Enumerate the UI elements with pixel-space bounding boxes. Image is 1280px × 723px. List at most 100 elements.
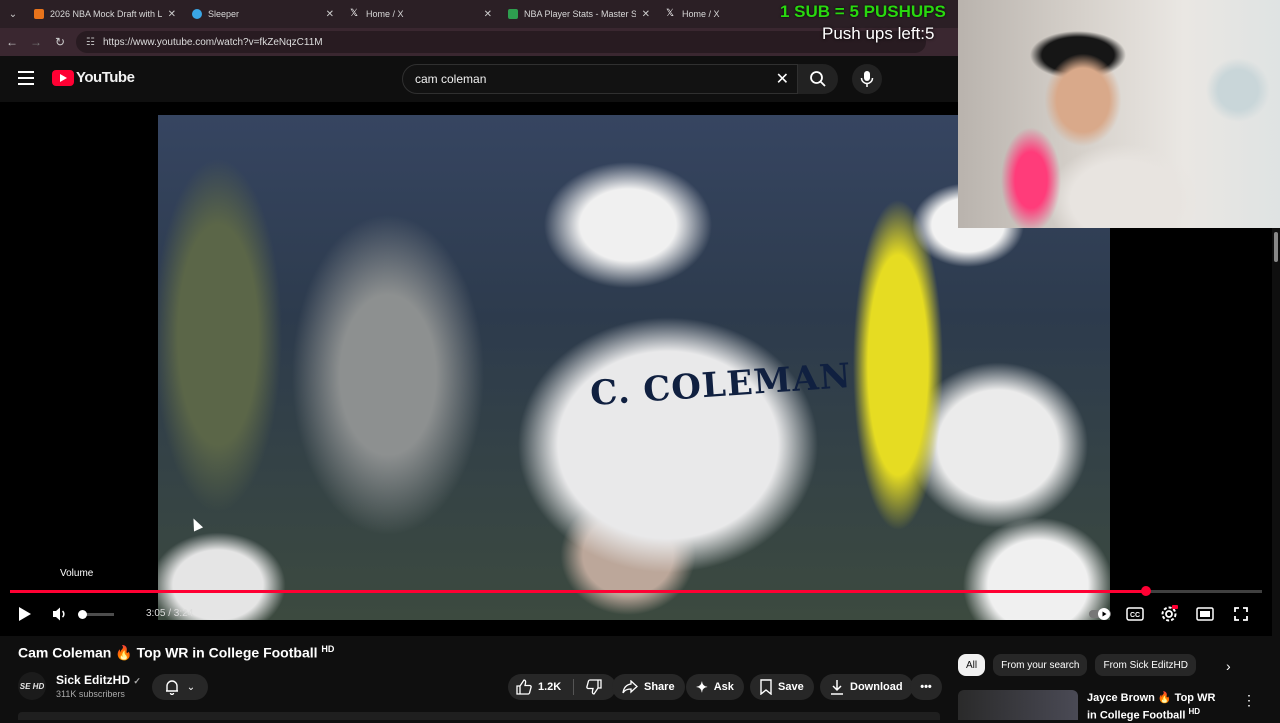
ask-label: Ask bbox=[713, 681, 734, 693]
svg-text:CC: CC bbox=[1130, 612, 1140, 619]
share-label: Share bbox=[644, 681, 675, 693]
more-horizontal-icon: ••• bbox=[920, 681, 932, 693]
theater-mode-button[interactable] bbox=[1194, 603, 1216, 625]
x-logo-icon: 𝕏 bbox=[666, 8, 675, 19]
page-scrollbar[interactable] bbox=[1272, 228, 1280, 720]
divider bbox=[573, 679, 575, 695]
subscriber-count: 311K subscribers bbox=[56, 689, 125, 699]
description-box-edge bbox=[18, 712, 940, 720]
tab-favicon-icon bbox=[192, 9, 202, 19]
play-button[interactable] bbox=[14, 603, 36, 625]
youtube-header: YouTube cam coleman ✕ bbox=[0, 56, 958, 102]
progress-scrubber[interactable] bbox=[1140, 586, 1151, 596]
channel-name[interactable]: Sick EditzHD ✓ bbox=[56, 673, 141, 687]
chip-from-channel[interactable]: From Sick EditzHD bbox=[1095, 654, 1196, 676]
autoplay-toggle-icon bbox=[1089, 608, 1111, 620]
youtube-play-logo-icon bbox=[52, 69, 74, 86]
gear-icon bbox=[1161, 605, 1178, 622]
save-button[interactable]: Save bbox=[750, 674, 814, 700]
download-button[interactable]: Download bbox=[820, 674, 913, 700]
url-text: https://www.youtube.com/watch?v=fkZeNqzC… bbox=[102, 36, 323, 48]
share-button[interactable]: Share bbox=[612, 674, 685, 700]
youtube-logo[interactable]: YouTube bbox=[52, 69, 135, 86]
theater-icon bbox=[1196, 607, 1214, 621]
time-display: 3:05 / 3:24 bbox=[146, 608, 194, 619]
captions-icon: CC bbox=[1126, 607, 1144, 621]
tab-3[interactable]: NBA Player Stats - Master Stati ✕ bbox=[500, 0, 658, 28]
chevron-right-icon[interactable]: › bbox=[1226, 658, 1231, 674]
youtube-wordmark: YouTube bbox=[76, 69, 135, 86]
download-icon bbox=[831, 680, 843, 695]
voice-search-button[interactable] bbox=[852, 64, 882, 94]
close-tab-icon[interactable]: ✕ bbox=[484, 9, 492, 20]
tab-1[interactable]: Sleeper ✕ bbox=[184, 0, 342, 28]
more-vertical-icon[interactable]: ⋮ bbox=[1242, 692, 1256, 709]
tab-2[interactable]: 𝕏 Home / X ✕ bbox=[342, 0, 500, 28]
thumbs-up-icon bbox=[516, 679, 532, 695]
back-arrow-icon[interactable]: ← bbox=[0, 35, 24, 49]
save-label: Save bbox=[778, 681, 804, 693]
volume-slider[interactable] bbox=[77, 610, 114, 619]
more-actions-button[interactable]: ••• bbox=[910, 674, 942, 700]
scrollbar-thumb[interactable] bbox=[1274, 232, 1278, 262]
autoplay-toggle[interactable] bbox=[1088, 603, 1112, 625]
volume-tooltip: Volume bbox=[60, 568, 94, 579]
ask-button[interactable]: ✦ Ask bbox=[686, 674, 744, 700]
address-bar-row: ← → ↻ ☷ https://www.youtube.com/watch?v=… bbox=[0, 28, 958, 56]
x-logo-icon: 𝕏 bbox=[350, 8, 359, 19]
video-title: Cam Coleman 🔥 Top WR in College Football… bbox=[18, 644, 334, 662]
tab-title: Home / X bbox=[366, 9, 404, 19]
url-field[interactable]: ☷ https://www.youtube.com/watch?v=fkZeNq… bbox=[76, 31, 926, 53]
fullscreen-icon bbox=[1234, 607, 1248, 621]
subscribed-notifications-button[interactable]: ⌄ bbox=[152, 674, 208, 700]
hd-badge: HD bbox=[321, 644, 335, 654]
channel-info: SE HD Sick EditzHD ✓ 311K subscribers bbox=[18, 672, 141, 700]
clear-search-icon[interactable]: ✕ bbox=[776, 69, 789, 89]
search-input[interactable]: cam coleman ✕ bbox=[402, 64, 798, 94]
verified-badge-icon: ✓ bbox=[133, 676, 141, 686]
recommendation-thumbnail[interactable] bbox=[958, 690, 1078, 720]
tab-title: Sleeper bbox=[208, 9, 240, 19]
volume-knob[interactable] bbox=[77, 610, 87, 619]
channel-name-text[interactable]: Sick EditzHD bbox=[56, 673, 130, 687]
like-button[interactable]: 1.2K bbox=[516, 679, 561, 695]
sub-goal-overlay: 1 SUB = 5 PUSHUPS bbox=[780, 2, 946, 21]
subtitles-button[interactable]: CC bbox=[1124, 603, 1146, 625]
mute-button[interactable] bbox=[50, 603, 70, 625]
progress-bar[interactable] bbox=[10, 586, 1262, 596]
volume-icon bbox=[53, 607, 65, 621]
fullscreen-button[interactable] bbox=[1230, 603, 1252, 625]
recommendation-chips: All From your search From Sick EditzHD bbox=[958, 654, 1196, 678]
like-dislike-group: 1.2K bbox=[508, 674, 616, 700]
close-tab-icon[interactable]: ✕ bbox=[642, 9, 650, 20]
close-tab-icon[interactable]: ✕ bbox=[326, 9, 334, 20]
chip-all[interactable]: All bbox=[958, 654, 986, 676]
share-icon bbox=[622, 680, 638, 694]
hd-badge: HD bbox=[1188, 707, 1201, 716]
play-icon bbox=[19, 607, 31, 621]
menu-icon[interactable] bbox=[18, 71, 34, 85]
chevron-down-icon: ⌄ bbox=[186, 681, 196, 693]
jersey-name: C. COLEMAN bbox=[588, 355, 853, 415]
tab-0[interactable]: 2026 NBA Mock Draft with Lott ✕ bbox=[26, 0, 184, 28]
like-count: 1.2K bbox=[538, 681, 562, 693]
tab-search-icon[interactable]: ⌄ bbox=[0, 0, 26, 28]
site-info-icon[interactable]: ☷ bbox=[86, 37, 95, 48]
reload-icon[interactable]: ↻ bbox=[48, 35, 72, 49]
microphone-icon bbox=[860, 71, 874, 87]
download-label: Download bbox=[850, 681, 903, 693]
chip-from-search[interactable]: From your search bbox=[993, 654, 1088, 676]
player-controls: 3:05 / 3:24 CC bbox=[0, 599, 1272, 629]
search-icon bbox=[810, 71, 826, 87]
settings-button[interactable] bbox=[1158, 603, 1180, 625]
video-title-text: Cam Coleman 🔥 Top WR in College Football bbox=[18, 644, 318, 661]
tab-favicon-icon bbox=[34, 9, 44, 19]
channel-avatar[interactable]: SE HD bbox=[18, 672, 46, 700]
thumbs-down-icon bbox=[586, 679, 602, 695]
forward-arrow-icon[interactable]: → bbox=[24, 35, 48, 49]
recommendation-title[interactable]: Jayce Brown 🔥 Top WR in College Football… bbox=[1087, 691, 1227, 723]
dislike-button[interactable] bbox=[586, 679, 602, 695]
close-tab-icon[interactable]: ✕ bbox=[168, 9, 176, 20]
search-button[interactable] bbox=[798, 64, 838, 94]
search-query: cam coleman bbox=[415, 72, 487, 86]
